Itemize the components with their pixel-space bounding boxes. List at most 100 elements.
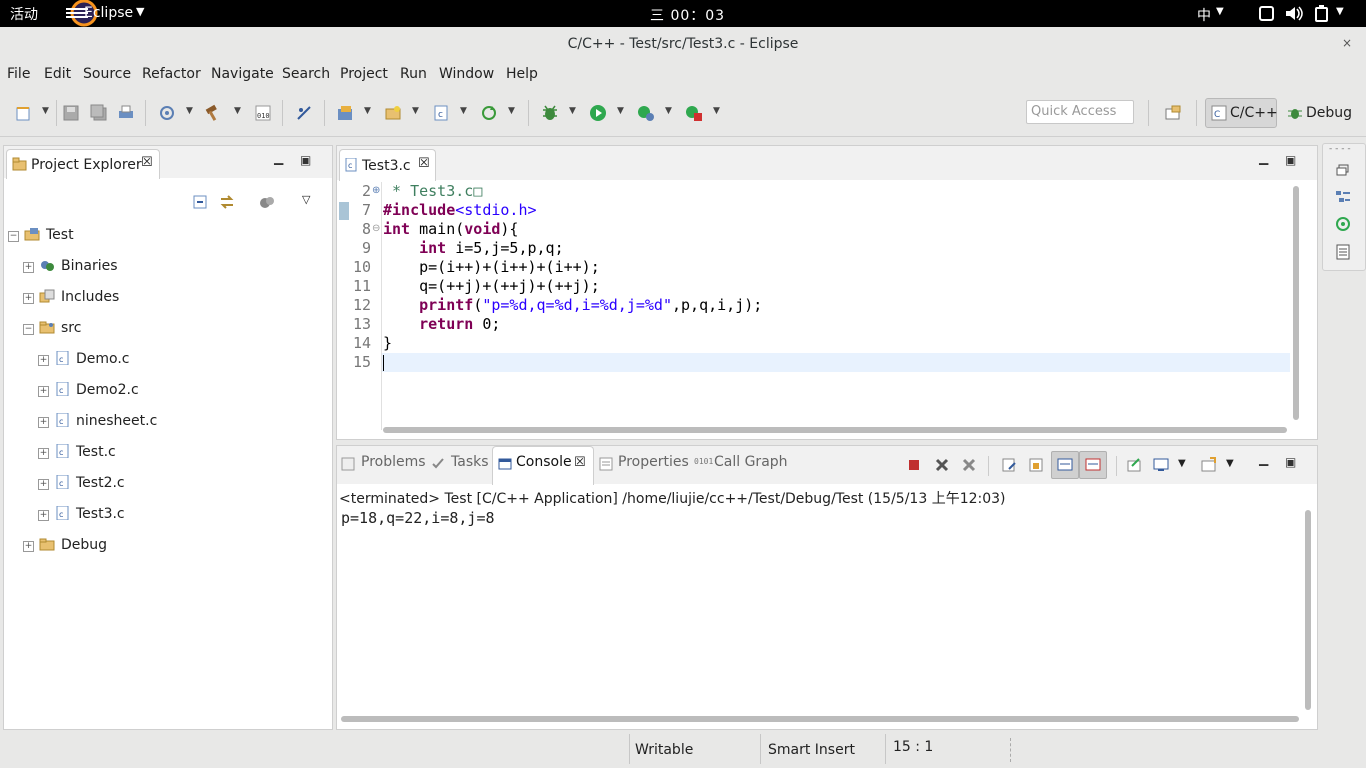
tab-problems[interactable]: Problems [361, 454, 426, 470]
vertical-scrollbar[interactable] [1303, 508, 1313, 712]
new-source-file-icon[interactable]: c [432, 104, 450, 122]
skip-breakpoints-icon[interactable] [295, 104, 313, 122]
maximize-icon[interactable]: ▣ [1285, 153, 1296, 167]
save-icon[interactable] [62, 104, 80, 122]
clear-console-icon[interactable] [1001, 457, 1017, 473]
new-source-file-dropdown-icon[interactable]: ▼ [460, 106, 467, 116]
maximize-icon[interactable]: ▣ [1285, 455, 1296, 469]
run-dropdown-icon[interactable]: ▼ [617, 106, 624, 116]
close-icon[interactable]: ☒ [574, 455, 586, 470]
tab-properties[interactable]: Properties [618, 454, 689, 470]
expand-toggle-icon[interactable]: + [38, 417, 49, 428]
minimize-icon[interactable]: ▁ [1259, 452, 1268, 466]
tree-item-file[interactable]: + c Test.c [4, 443, 332, 465]
expand-toggle-icon[interactable]: + [38, 510, 49, 521]
ime-chevron-icon[interactable]: ▼ [1216, 6, 1224, 17]
open-perspective-icon[interactable] [1164, 104, 1182, 122]
refresh-icon[interactable] [480, 104, 498, 122]
perspective-debug-label[interactable]: Debug [1306, 105, 1352, 121]
tree-item-debug-folder[interactable]: + Debug [4, 536, 332, 558]
minimize-icon[interactable]: ▁ [1259, 151, 1268, 165]
debug-bug-icon[interactable] [541, 104, 559, 122]
app-menu-chevron-icon[interactable]: ▼ [136, 5, 144, 18]
expand-toggle-icon[interactable]: + [23, 293, 34, 304]
activities-button[interactable]: 活动 [10, 4, 38, 24]
build-config-icon[interactable] [158, 104, 176, 122]
new-c-project-dropdown-icon[interactable]: ▼ [364, 106, 371, 116]
close-icon[interactable]: ☒ [418, 156, 430, 171]
clock[interactable]: 三 00：03 [650, 5, 725, 25]
close-icon[interactable]: ☒ [141, 155, 153, 170]
tree-item-includes[interactable]: + Includes [4, 288, 332, 310]
tab-console[interactable]: Console [516, 454, 572, 470]
tree-item-file[interactable]: + c Test3.c [4, 505, 332, 527]
system-menu-chevron-icon[interactable]: ▼ [1336, 6, 1344, 17]
build-config-dropdown-icon[interactable]: ▼ [186, 106, 193, 116]
code-line[interactable]: } [383, 334, 392, 352]
editor-tab-test3[interactable]: c Test3.c ☒ [339, 149, 436, 181]
collapse-toggle-icon[interactable]: − [8, 231, 19, 242]
make-target-icon[interactable] [1335, 216, 1351, 232]
tree-item-src[interactable]: − src [4, 319, 332, 341]
fold-collapse-icon[interactable]: ⊖ [372, 223, 380, 234]
tab-call-graph[interactable]: Call Graph [714, 454, 788, 470]
volume-icon[interactable] [1285, 5, 1303, 22]
expand-toggle-icon[interactable]: + [38, 355, 49, 366]
project-explorer-tab[interactable]: Project Explorer ☒ [6, 149, 160, 179]
trim-handle[interactable]: - - - - [1329, 144, 1351, 154]
menu-file[interactable]: File [7, 66, 30, 82]
window-close-button[interactable]: × [1342, 36, 1352, 50]
run-icon[interactable] [589, 104, 607, 122]
code-line[interactable]: printf("p=%d,q=%d,i=%d,j=%d",p,q,i,j); [383, 296, 762, 314]
tab-tasks[interactable]: Tasks [451, 454, 489, 470]
tree-item-file[interactable]: + c Test2.c [4, 474, 332, 496]
code-line[interactable]: return 0; [383, 315, 500, 333]
open-console-dropdown-icon[interactable]: ▼ [1226, 458, 1234, 469]
scroll-lock-icon[interactable] [1028, 457, 1044, 473]
app-menu-label[interactable]: Eclipse [84, 5, 133, 21]
menu-refactor[interactable]: Refactor [142, 66, 201, 82]
remove-launch-icon[interactable] [934, 457, 950, 473]
tree-item-file[interactable]: + c Demo2.c [4, 381, 332, 403]
menu-project[interactable]: Project [340, 66, 388, 82]
window-overview-icon[interactable] [1259, 6, 1274, 21]
collapse-toggle-icon[interactable]: − [23, 324, 34, 335]
profile-dropdown-icon[interactable]: ▼ [665, 106, 672, 116]
tree-item-file[interactable]: + c Demo.c [4, 350, 332, 372]
new-folder-icon[interactable] [384, 104, 402, 122]
new-dropdown-icon[interactable]: ▼ [42, 106, 49, 116]
maximize-icon[interactable]: ▣ [300, 153, 311, 167]
input-method-indicator[interactable]: 中 [1197, 5, 1211, 25]
task-list-icon[interactable] [1335, 244, 1351, 260]
new-folder-dropdown-icon[interactable]: ▼ [412, 106, 419, 116]
collapse-all-icon[interactable] [192, 194, 208, 210]
minimize-icon[interactable]: ▁ [274, 151, 283, 165]
menu-search[interactable]: Search [282, 66, 330, 82]
build-dropdown-icon[interactable]: ▼ [234, 106, 241, 116]
expand-toggle-icon[interactable]: + [23, 541, 34, 552]
code-line[interactable]: q=(++j)+(++j)+(++j); [383, 277, 600, 295]
expand-toggle-icon[interactable]: + [38, 448, 49, 459]
open-console-icon[interactable] [1201, 457, 1217, 473]
tree-item-project[interactable]: − Test [4, 226, 332, 248]
new-c-project-icon[interactable] [336, 104, 354, 122]
outline-icon[interactable] [1335, 189, 1351, 205]
display-console-icon[interactable] [1153, 457, 1169, 473]
menu-run[interactable]: Run [400, 66, 427, 82]
build-hammer-icon[interactable] [204, 104, 222, 122]
menu-window[interactable]: Window [439, 66, 494, 82]
tree-item-binaries[interactable]: + Binaries [4, 257, 332, 279]
restore-icon[interactable] [1336, 163, 1350, 177]
expand-toggle-icon[interactable]: + [38, 386, 49, 397]
horizontal-scrollbar[interactable] [341, 715, 1301, 723]
show-on-stderr-toggle[interactable] [1079, 451, 1107, 479]
debug-perspective-icon[interactable] [1287, 104, 1303, 122]
quick-access-input[interactable]: Quick Access [1026, 100, 1134, 124]
tree-item-file[interactable]: + c ninesheet.c [4, 412, 332, 434]
view-menu-chevron-icon[interactable]: ▽ [302, 193, 310, 206]
refresh-dropdown-icon[interactable]: ▼ [508, 106, 515, 116]
link-with-editor-icon[interactable] [219, 194, 235, 210]
display-console-dropdown-icon[interactable]: ▼ [1178, 458, 1186, 469]
horizontal-scrollbar[interactable] [381, 426, 1289, 434]
menu-navigate[interactable]: Navigate [211, 66, 274, 82]
